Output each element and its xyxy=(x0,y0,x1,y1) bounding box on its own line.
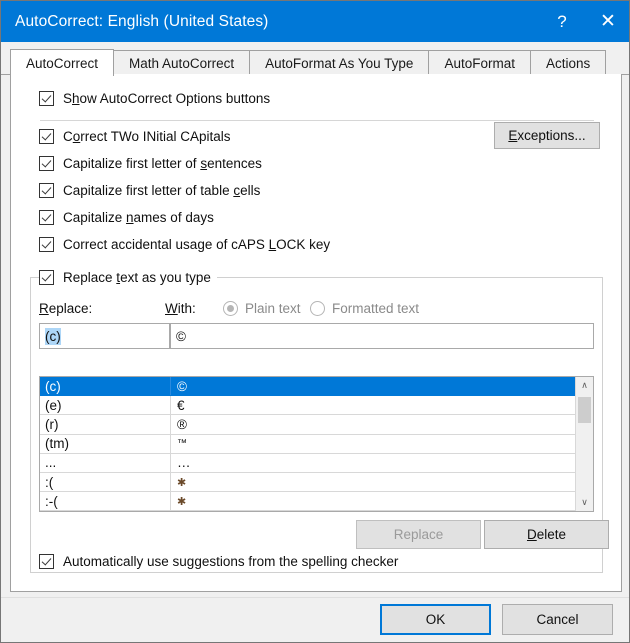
table-row[interactable]: (e) € xyxy=(40,396,575,416)
list-rows: (c) © (e) € (r) ® (tm) ™ ... …:(✱:-(… xyxy=(40,377,575,511)
cancel-button-label: Cancel xyxy=(536,612,579,627)
checkbox-box[interactable] xyxy=(39,156,54,171)
exceptions-button-label: Exceptions... xyxy=(508,128,586,143)
row-with-value: € xyxy=(177,397,185,413)
window-title: AutoCorrect: English (United States) xyxy=(15,12,269,30)
tab-strip: AutoCorrect Math AutoCorrect AutoFormat … xyxy=(1,42,629,77)
table-row[interactable]: :-( ✱ xyxy=(40,492,575,511)
checkbox-box[interactable] xyxy=(39,129,54,144)
row-replace-value: (c) xyxy=(40,377,171,396)
checkbox-use-spelling-suggestions[interactable]: Automatically use suggestions from the s… xyxy=(39,554,398,569)
row-with-value: … xyxy=(177,455,191,471)
tab-autocorrect[interactable]: AutoCorrect xyxy=(10,49,115,77)
checkbox-label: Capitalize names of days xyxy=(63,210,214,225)
row-with-value: ✱ xyxy=(177,476,187,489)
checkbox-label: Show AutoCorrect Options buttons xyxy=(63,91,271,106)
row-replace-value: (r) xyxy=(40,415,171,434)
checkbox-label: Automatically use suggestions from the s… xyxy=(63,554,399,569)
table-row[interactable]: (tm) ™ xyxy=(40,434,575,454)
row-replace-value: (e) xyxy=(40,396,171,415)
checkbox-box[interactable] xyxy=(39,237,54,252)
table-row[interactable]: :( ✱ xyxy=(40,472,575,493)
radio-formatted-text-label: Formatted text xyxy=(332,301,420,316)
scrollbar-thumb[interactable] xyxy=(578,397,591,423)
checkbox-label: Correct TWo INitial CApitals xyxy=(63,129,231,144)
row-replace-value: :( xyxy=(40,472,171,492)
checkbox-capitalize-names-of-days[interactable]: Capitalize names of days xyxy=(39,210,214,225)
title-bar: AutoCorrect: English (United States) ? ✕ xyxy=(1,1,629,42)
checkbox-capitalize-first-letter-table-cells[interactable]: Capitalize first letter of table cells xyxy=(39,183,260,198)
checkbox-show-autocorrect-options-buttons[interactable]: Show AutoCorrect Options buttons xyxy=(39,91,270,106)
with-field-label: With: xyxy=(165,301,196,316)
checkbox-label: Correct accidental usage of cAPS LOCK ke… xyxy=(63,237,331,252)
checkbox-label: Capitalize first letter of table cells xyxy=(63,183,261,198)
replace-field-label: Replace: xyxy=(39,301,93,316)
delete-entry-button[interactable]: Delete xyxy=(484,520,609,549)
row-with-value: ™ xyxy=(177,438,187,450)
tab-actions[interactable]: Actions xyxy=(529,50,607,76)
row-replace-value: (tm) xyxy=(40,434,171,453)
with-input[interactable]: © xyxy=(170,323,594,349)
checkbox-replace-text-as-you-type[interactable]: Replace text as you type xyxy=(39,269,217,286)
radio-plain-text[interactable] xyxy=(223,301,238,316)
cancel-button[interactable]: Cancel xyxy=(502,604,613,635)
row-replace-value: ... xyxy=(40,453,171,472)
row-with-value: ✱ xyxy=(177,495,187,508)
checkbox-box[interactable] xyxy=(39,91,54,106)
close-button[interactable]: ✕ xyxy=(585,1,629,42)
scroll-up-icon[interactable]: ∧ xyxy=(576,377,593,394)
options-separator xyxy=(40,120,594,121)
checkbox-label: Replace text as you type xyxy=(63,270,211,285)
list-scrollbar[interactable]: ∧ ∨ xyxy=(575,377,593,511)
replace-entry-button[interactable]: Replace xyxy=(356,520,481,549)
row-with-value: ® xyxy=(177,416,187,432)
checkbox-label: Capitalize first letter of sentences xyxy=(63,156,262,171)
row-replace-value: :-( xyxy=(40,492,171,511)
autocorrect-entries-list[interactable]: (c) © (e) € (r) ® (tm) ™ ... …:(✱:-(… xyxy=(39,376,594,512)
help-button[interactable]: ? xyxy=(539,1,585,42)
footer-separator xyxy=(1,597,629,598)
autocorrect-dialog: AutoCorrect: English (United States) ? ✕… xyxy=(0,0,630,643)
table-row[interactable]: ... … xyxy=(40,453,575,473)
checkbox-box[interactable] xyxy=(39,554,54,569)
radio-formatted-text[interactable] xyxy=(310,301,325,316)
delete-entry-button-label: Delete xyxy=(526,527,567,542)
row-with-value: © xyxy=(177,378,187,394)
replace-input-value: (c) xyxy=(45,327,61,345)
ok-button-label: OK xyxy=(425,612,446,627)
scroll-down-icon[interactable]: ∨ xyxy=(576,494,593,511)
exceptions-button[interactable]: Exceptions... xyxy=(494,122,600,149)
table-row[interactable]: (c) © xyxy=(40,377,575,397)
tab-panel-autocorrect: Show AutoCorrect Options buttons Correct… xyxy=(10,74,622,592)
checkbox-correct-two-initial-capitals[interactable]: Correct TWo INitial CApitals xyxy=(39,129,231,144)
checkbox-box[interactable] xyxy=(39,210,54,225)
replace-input[interactable]: (c) xyxy=(39,323,170,349)
checkbox-box[interactable] xyxy=(39,270,54,285)
tab-autoformat[interactable]: AutoFormat xyxy=(428,50,531,76)
tab-list: AutoCorrect Math AutoCorrect AutoFormat … xyxy=(10,49,607,77)
radio-plain-text-label: Plain text xyxy=(245,301,301,316)
checkbox-correct-caps-lock[interactable]: Correct accidental usage of cAPS LOCK ke… xyxy=(39,237,330,252)
with-input-value: © xyxy=(176,328,186,344)
checkbox-box[interactable] xyxy=(39,183,54,198)
table-row[interactable]: (r) ® xyxy=(40,415,575,435)
tab-math-autocorrect[interactable]: Math AutoCorrect xyxy=(113,50,251,76)
replace-entry-button-label: Replace xyxy=(393,527,444,542)
tab-autoformat-as-you-type[interactable]: AutoFormat As You Type xyxy=(249,50,430,76)
ok-button[interactable]: OK xyxy=(380,604,491,635)
checkbox-capitalize-first-letter-sentences[interactable]: Capitalize first letter of sentences xyxy=(39,156,262,171)
